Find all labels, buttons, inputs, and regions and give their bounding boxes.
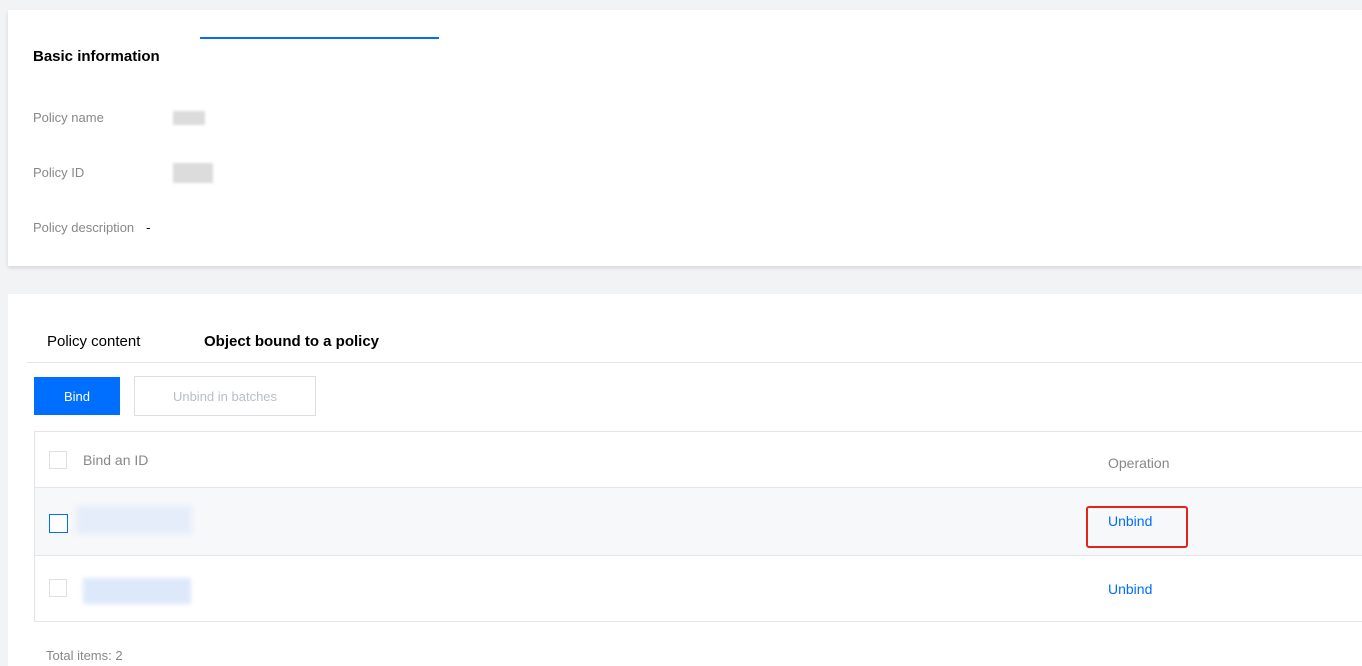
tab-bar: Policy content Object bound to a policy [27,322,1362,363]
policy-description-label: Policy description [33,220,135,235]
policy-id-row: Policy ID [33,163,213,183]
table-header: Bind an ID Operation [35,432,1362,488]
unbind-link[interactable]: Unbind [1108,513,1152,529]
bind-id-redacted [76,506,192,534]
bind-button[interactable]: Bind [34,377,120,415]
total-items-count: Total items: 2 [46,648,123,663]
table-row: Unbind [35,556,1362,622]
row-checkbox[interactable] [49,514,68,533]
policy-id-label: Policy ID [33,165,85,180]
basic-info-title: Basic information [33,48,160,65]
bind-id-redacted [83,578,191,604]
unbind-in-batches-button[interactable]: Unbind in batches [134,376,316,416]
row-checkbox[interactable] [49,579,67,597]
unbind-link[interactable]: Unbind [1108,581,1152,597]
policy-name-label: Policy name [33,110,104,125]
column-header-bind-id: Bind an ID [83,452,149,468]
policy-name-row: Policy name [33,108,205,128]
basic-info-card: Basic information Policy name Policy ID … [8,10,1362,266]
policy-id-value-redacted [173,163,213,183]
table-row: Unbind [35,488,1362,556]
select-all-checkbox[interactable] [49,451,67,469]
bound-objects-table: Bind an ID Operation Unbind Unbind [34,431,1362,622]
active-tab-indicator [200,37,439,39]
policy-name-value-redacted [173,111,205,125]
tab-object-bound-to-policy[interactable]: Object bound to a policy [202,332,391,360]
tab-policy-content[interactable]: Policy content [47,332,140,360]
column-header-operation: Operation [1108,455,1170,471]
policy-description-value: - [146,220,151,235]
policy-description-row: Policy description - [33,218,151,238]
